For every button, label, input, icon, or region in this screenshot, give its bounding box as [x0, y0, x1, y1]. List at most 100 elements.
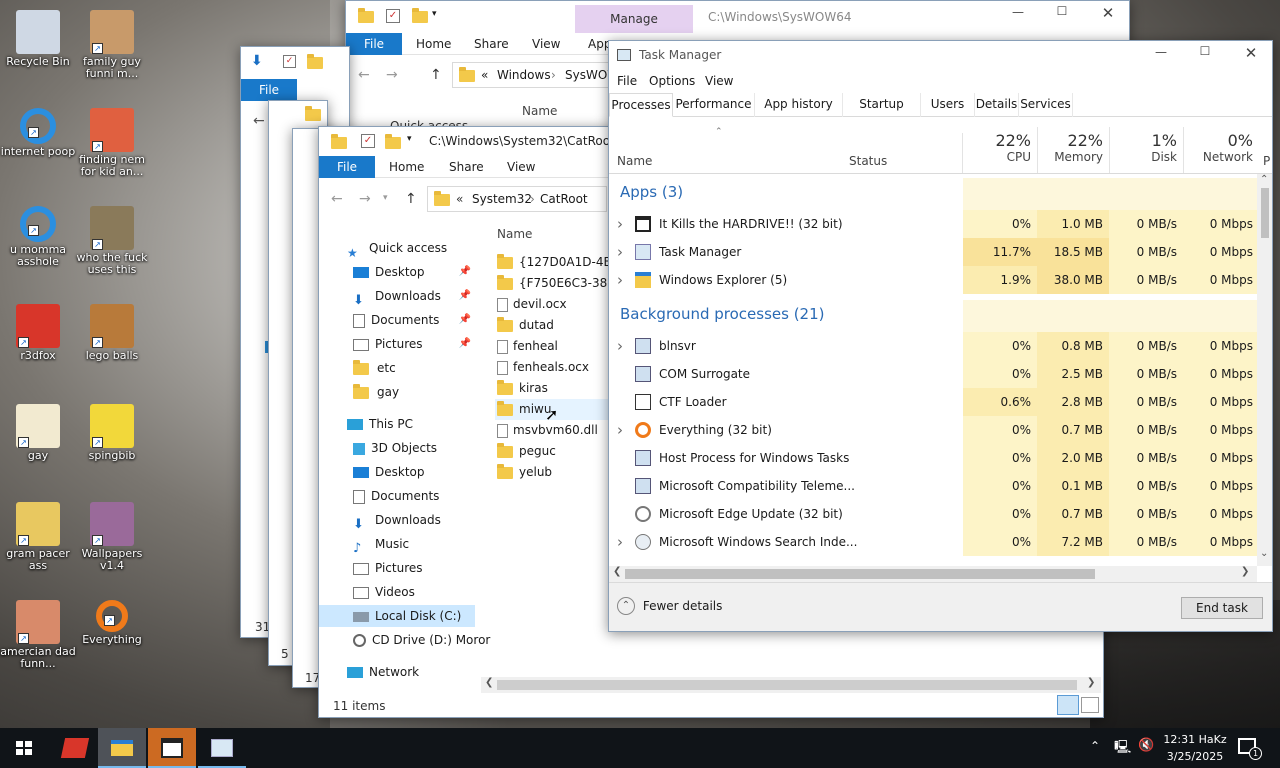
nav-item[interactable]: Documents 📌 — [319, 309, 479, 331]
chevron-down-icon[interactable]: ▾ — [407, 134, 412, 144]
volume-icon[interactable]: 🔇 — [1138, 738, 1154, 753]
forward-arrow-icon[interactable]: → — [386, 67, 398, 83]
file-list-item[interactable]: dutad — [495, 315, 554, 336]
nav-item[interactable]: 3D Objects — [319, 437, 479, 459]
fewer-details-button[interactable]: ⌃ Fewer details — [617, 597, 722, 619]
chevron-up-icon[interactable]: ⌃ — [1090, 739, 1100, 753]
taskbar-task-manager[interactable] — [198, 728, 246, 768]
file-list-item[interactable]: kiras — [495, 378, 548, 399]
ribbon-share-tab[interactable]: Share — [449, 156, 484, 178]
scroll-right-icon[interactable]: ❯ — [1241, 566, 1249, 577]
task-manager-window[interactable]: Task Manager — ☐ ✕ File Options View Pro… — [608, 40, 1273, 632]
end-task-button[interactable]: End task — [1181, 597, 1263, 619]
nav-item[interactable]: Local Disk (C:) — [319, 605, 475, 627]
nav-item[interactable]: This PC — [319, 413, 479, 435]
column-memory[interactable]: 22% Memory — [1037, 127, 1109, 173]
process-row[interactable]: › Task Manager 11.7% 18.5 MB 0 MB/s 0 Mbps — [609, 238, 1259, 266]
process-row[interactable]: › Everything (32 bit) 0% 0.7 MB 0 MB/s 0 Mbps — [609, 416, 1259, 444]
tab-processes[interactable]: Processes — [609, 93, 673, 117]
scroll-down-icon[interactable]: ⌄ — [1260, 548, 1268, 559]
close-button[interactable]: ✕ — [1096, 4, 1120, 22]
expand-chevron-icon[interactable]: › — [617, 238, 627, 266]
scroll-right-icon[interactable]: ❯ — [1087, 677, 1095, 688]
file-list-item[interactable]: peguc — [495, 441, 556, 462]
expand-chevron-icon[interactable]: › — [617, 332, 627, 360]
desktop-icon[interactable]: ↗ who the fuck uses this — [74, 206, 150, 276]
desktop-icon[interactable]: ↗ finding nem for kid an... — [74, 108, 150, 178]
back-arrow-icon[interactable]: ← — [358, 67, 370, 83]
file-list-item[interactable]: yelub — [495, 462, 552, 483]
manage-tab[interactable]: Manage — [575, 5, 693, 33]
nav-item[interactable]: ★ Quick access — [319, 237, 479, 260]
task-manager-tabs[interactable]: Processes Performance App history Startup Us… — [609, 93, 1272, 117]
desktop-icon[interactable]: ↗ amercian dad funn... — [0, 600, 76, 670]
close-button[interactable]: ✕ — [1239, 44, 1263, 62]
navigation-pane[interactable]: ★ Quick access Desktop 📌 ⬇ Downloads 📌 Document… — [319, 235, 490, 691]
scroll-left-icon[interactable]: ❮ — [485, 677, 493, 688]
process-row[interactable]: COM Surrogate 0% 2.5 MB 0 MB/s 0 Mbps — [609, 360, 1259, 388]
vertical-scrollbar[interactable]: ⌃ ⌄ — [1257, 174, 1272, 566]
scrollbar-thumb[interactable] — [1261, 188, 1269, 238]
nav-item[interactable]: Desktop 📌 — [319, 261, 479, 283]
nav-item[interactable]: Pictures — [319, 557, 479, 579]
nav-item[interactable]: gay — [319, 381, 479, 403]
process-row[interactable]: › It Kills the HARDRIVE!! (32 bit) 0% 1.0 M… — [609, 210, 1259, 238]
process-row[interactable]: › blnsvr 0% 0.8 MB 0 MB/s 0 Mbps — [609, 332, 1259, 360]
file-list-item[interactable]: {F750E6C3-38EE- — [495, 273, 627, 294]
process-row[interactable]: › Microsoft Windows Search Inde... 0% 7.2 M… — [609, 528, 1259, 556]
desktop-icon[interactable]: ↗ gram pacer ass — [0, 502, 76, 572]
desktop-icon[interactable]: ↗ Wallpapers v1.4 — [74, 502, 150, 572]
column-header-name[interactable]: Name — [522, 104, 557, 118]
horizontal-scrollbar[interactable]: ❮ ❯ — [609, 566, 1257, 582]
ribbon-share-tab[interactable]: Share — [474, 33, 509, 55]
nav-item[interactable]: Desktop — [319, 461, 479, 483]
tab-app-history[interactable]: App history — [755, 93, 843, 117]
forward-arrow-icon[interactable]: → — [359, 191, 371, 207]
taskbar-file-explorer[interactable] — [98, 728, 146, 768]
nav-item[interactable]: Pictures 📌 — [319, 333, 479, 355]
sort-arrow-icon[interactable]: ⌃ — [715, 127, 723, 137]
column-power[interactable]: P — [1263, 154, 1270, 168]
tab-performance[interactable]: Performance — [673, 93, 755, 117]
up-arrow-icon[interactable]: ↑ — [405, 191, 417, 207]
column-network[interactable]: 0% Network — [1183, 127, 1259, 173]
start-button[interactable] — [0, 728, 48, 768]
desktop-icon[interactable]: ↗ internet poop — [0, 108, 76, 158]
file-list-item[interactable]: devil.ocx — [495, 294, 567, 315]
file-list-item[interactable]: fenheals.ocx — [495, 357, 589, 378]
minimize-button[interactable]: — — [1149, 45, 1173, 59]
scrollbar-thumb[interactable] — [625, 569, 1095, 579]
ribbon-home-tab[interactable]: Home — [416, 33, 451, 55]
network-icon[interactable]: 🖳 — [1114, 738, 1131, 760]
nav-item[interactable]: Network — [319, 661, 479, 683]
menu-options[interactable]: Options — [649, 74, 695, 88]
scroll-up-icon[interactable]: ⌃ — [1260, 174, 1268, 185]
ribbon-view-tab[interactable]: View — [507, 156, 535, 178]
address-bar[interactable]: « System32 › CatRoot — [427, 186, 607, 212]
tab-users[interactable]: Users — [921, 93, 975, 117]
minimize-button[interactable]: — — [1006, 5, 1030, 19]
ribbon-file-tab[interactable]: File — [319, 156, 375, 178]
large-icons-view-icon[interactable] — [1081, 697, 1099, 713]
chevron-down-icon[interactable]: ▾ — [383, 193, 388, 203]
desktop-icon[interactable]: Recycle Bin — [0, 10, 76, 68]
desktop-icon[interactable]: ↗ lego balls — [74, 304, 150, 362]
nav-item[interactable]: ♪ Music — [319, 533, 479, 556]
expand-chevron-icon[interactable]: › — [617, 266, 627, 294]
scrollbar-thumb[interactable] — [497, 680, 1077, 690]
column-cpu[interactable]: 22% CPU — [963, 127, 1037, 173]
back-arrow-icon[interactable]: ← — [331, 191, 343, 207]
nav-item[interactable]: ⬇ Downloads 📌 — [319, 285, 479, 308]
column-status[interactable]: Status — [849, 154, 887, 168]
nav-item[interactable]: ⬇ Downloads — [319, 509, 479, 532]
process-row[interactable]: CTF Loader 0.6% 2.8 MB 0 MB/s 0 Mbps — [609, 388, 1259, 416]
desktop-icon[interactable]: ↗ family guy funni m... — [74, 10, 150, 80]
horizontal-scrollbar[interactable]: ❮ ❯ — [481, 677, 1101, 693]
maximize-button[interactable]: ☐ — [1193, 44, 1217, 58]
expand-chevron-icon[interactable]: › — [617, 528, 627, 556]
menu-view[interactable]: View — [705, 74, 733, 88]
back-arrow-icon[interactable]: ← — [253, 113, 265, 129]
tab-details[interactable]: Details — [975, 93, 1019, 117]
tab-startup[interactable]: Startup — [843, 93, 921, 117]
file-list-item[interactable]: fenheal — [495, 336, 558, 357]
